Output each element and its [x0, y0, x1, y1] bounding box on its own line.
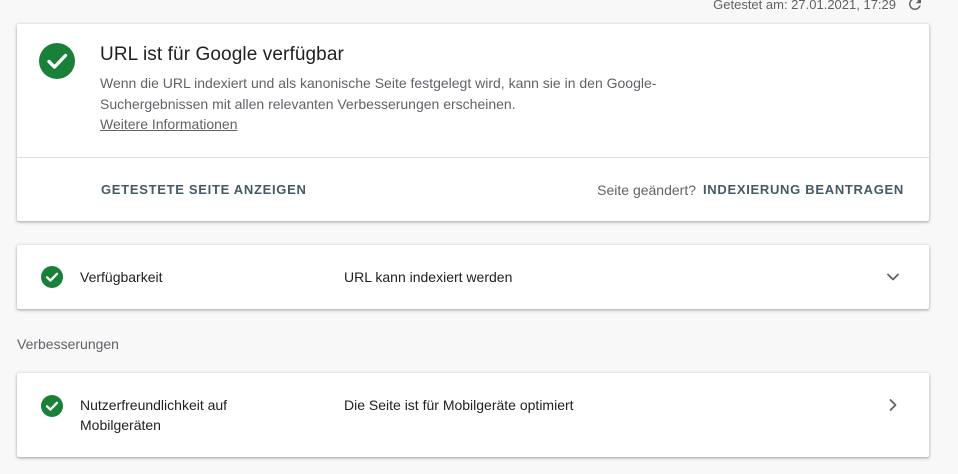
- check-circle-icon: [41, 266, 63, 288]
- mobile-usability-label: Nutzerfreundlichkeit auf Mobilgeräten: [80, 397, 228, 433]
- tested-timestamp-row: Getestet am: 27.01.2021, 17:29: [713, 0, 924, 14]
- chevron-right-icon[interactable]: [883, 395, 903, 415]
- page-changed-label: Seite geändert?: [597, 181, 696, 198]
- mobile-usability-value: Die Seite ist für Mobilgeräte optimiert: [344, 397, 574, 413]
- availability-row[interactable]: Verfügbarkeit URL kann indexiert werden: [17, 245, 929, 309]
- url-status-card: URL ist für Google verfügbar Wenn die UR…: [17, 24, 929, 221]
- tested-timestamp: Getestet am: 27.01.2021, 17:29: [713, 0, 896, 12]
- refresh-icon[interactable]: [906, 0, 924, 13]
- status-title: URL ist für Google verfügbar: [100, 44, 344, 65]
- check-circle-icon: [39, 43, 75, 79]
- chevron-down-icon[interactable]: [883, 267, 903, 287]
- availability-label: Verfügbarkeit: [80, 269, 163, 285]
- availability-value: URL kann indexiert werden: [344, 269, 513, 285]
- mobile-usability-row[interactable]: Nutzerfreundlichkeit auf Mobilgeräten Di…: [17, 373, 929, 457]
- status-description: Wenn die URL indexiert und als kanonisch…: [100, 75, 657, 112]
- status-summary: URL ist für Google verfügbar Wenn die UR…: [17, 24, 929, 158]
- status-actions: GETESTETE SEITE ANZEIGEN Seite geändert?…: [17, 158, 929, 221]
- check-circle-icon: [41, 395, 63, 417]
- enhancements-section-label: Verbesserungen: [17, 336, 119, 352]
- more-info-link[interactable]: Weitere Informationen: [100, 114, 237, 135]
- view-tested-page-button[interactable]: GETESTETE SEITE ANZEIGEN: [101, 158, 307, 221]
- request-indexing-button[interactable]: INDEXIERUNG BEANTRAGEN: [703, 158, 904, 221]
